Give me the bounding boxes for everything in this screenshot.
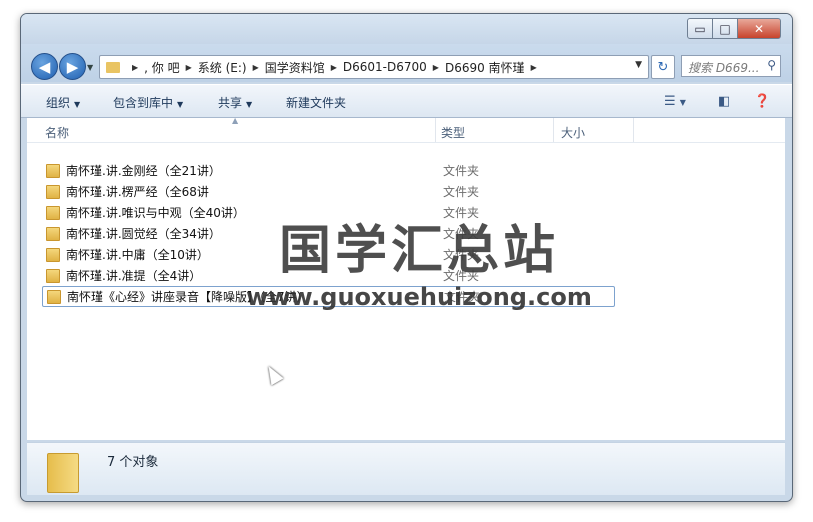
organize-button[interactable]: 组织 ▼ — [46, 94, 80, 111]
breadcrumb-item[interactable]: D6601-D6700 ▶ — [343, 60, 445, 74]
list-item[interactable]: 南怀瑾.讲.金刚经（全21讲） 文件夹 — [42, 160, 615, 181]
column-divider[interactable] — [553, 118, 554, 142]
breadcrumb-item[interactable]: 系统 (E:) ▶ — [198, 59, 265, 76]
refresh-icon: ↻ — [657, 59, 669, 75]
arrow-right-icon: ▶ — [66, 57, 79, 76]
help-button[interactable]: ❓ — [754, 94, 770, 109]
breadcrumb-item[interactable]: 国学资料馆 ▶ — [265, 59, 343, 76]
close-button[interactable]: ✕ — [737, 18, 781, 39]
back-button[interactable]: ◀ — [31, 53, 58, 80]
folder-icon — [46, 226, 60, 241]
explorer-window: ▭ □ ✕ ◀ ▶ ▼ ▶ , 你 吧 ▶ 系统 (E:) ▶ 国学资料馆 ▶ D66… — [20, 13, 793, 502]
column-divider[interactable] — [435, 118, 436, 142]
column-divider[interactable] — [633, 118, 634, 142]
column-type[interactable]: 类型 — [441, 124, 465, 141]
search-input[interactable]: 搜索 D669... ⚲ — [681, 55, 781, 77]
refresh-button[interactable]: ↻ — [651, 55, 675, 79]
address-dropdown-icon[interactable]: ▼ — [635, 60, 642, 70]
details-view-icon: ☰ — [664, 94, 676, 109]
maximize-button[interactable]: □ — [712, 18, 738, 39]
chevron-down-icon: ▼ — [177, 100, 184, 109]
item-count: 7 个对象 — [107, 455, 159, 470]
folder-icon — [46, 268, 60, 283]
folder-icon — [46, 163, 60, 178]
breadcrumb-item[interactable]: D6690 南怀瑾 ▶ — [445, 59, 543, 76]
folder-icon — [46, 247, 60, 262]
folder-icon — [106, 61, 120, 73]
view-options-button[interactable]: ☰ ▼ — [664, 94, 686, 109]
arrow-left-icon: ◀ — [38, 57, 51, 76]
column-header-row: ▲ 名称 类型 大小 — [27, 116, 785, 143]
command-bar: 组织 ▼ 包含到库中 ▼ 共享 ▼ 新建文件夹 ☰ ▼ ◧ ❓ — [21, 84, 792, 118]
list-item[interactable]: 南怀瑾.讲.楞严经（全68讲 文件夹 — [42, 181, 615, 202]
minimize-button[interactable]: ▭ — [687, 18, 713, 39]
folder-icon — [46, 205, 60, 220]
preview-pane-icon: ◧ — [718, 94, 731, 109]
details-pane: 7 个对象 — [27, 442, 785, 495]
recent-pages-dropdown[interactable]: ▼ — [87, 63, 95, 72]
new-folder-button[interactable]: 新建文件夹 — [286, 94, 346, 111]
folder-icon — [47, 453, 79, 493]
search-icon: ⚲ — [767, 58, 776, 72]
folder-icon — [46, 184, 60, 199]
folder-icon — [47, 289, 61, 304]
chevron-down-icon: ▼ — [74, 100, 81, 109]
list-item[interactable]: 南怀瑾.讲.中庸（全10讲） 文件夹 — [42, 244, 615, 265]
list-item[interactable]: 南怀瑾.讲.准提（全4讲） 文件夹 — [42, 265, 615, 286]
chevron-down-icon: ▼ — [246, 100, 253, 109]
column-size[interactable]: 大小 — [561, 124, 585, 141]
share-button[interactable]: 共享 ▼ — [218, 94, 252, 111]
preview-pane-button[interactable]: ◧ — [718, 94, 730, 109]
chevron-down-icon: ▼ — [679, 98, 686, 107]
navigation-bar: ◀ ▶ ▼ ▶ , 你 吧 ▶ 系统 (E:) ▶ 国学资料馆 ▶ D6601-D67… — [21, 44, 792, 82]
list-item-focused[interactable]: 南怀瑾《心经》讲座录音【降噪版】（全7讲） 文件夹 — [42, 286, 615, 307]
help-icon: ❓ — [754, 94, 771, 109]
file-list: ▲ 名称 类型 大小 南怀瑾.讲.金刚经（全21讲） 文件夹 南怀瑾.讲.楞严经（… — [27, 116, 785, 440]
list-item[interactable]: 南怀瑾.讲.唯识与中观（全40讲） 文件夹 — [42, 202, 615, 223]
address-bar[interactable]: ▶ , 你 吧 ▶ 系统 (E:) ▶ 国学资料馆 ▶ D6601-D6700 ▶ D6… — [99, 55, 649, 79]
sort-ascending-icon: ▲ — [232, 116, 239, 125]
forward-button[interactable]: ▶ — [59, 53, 86, 80]
list-item[interactable]: 南怀瑾.讲.圆觉经（全34讲） 文件夹 — [42, 223, 615, 244]
column-name[interactable]: 名称 — [45, 124, 69, 141]
title-bar: ▭ □ ✕ — [21, 14, 792, 44]
include-in-library-button[interactable]: 包含到库中 ▼ — [113, 94, 183, 111]
breadcrumb-item[interactable]: , 你 吧 ▶ — [144, 59, 198, 76]
breadcrumb-root-arrow[interactable]: ▶ — [126, 63, 144, 72]
